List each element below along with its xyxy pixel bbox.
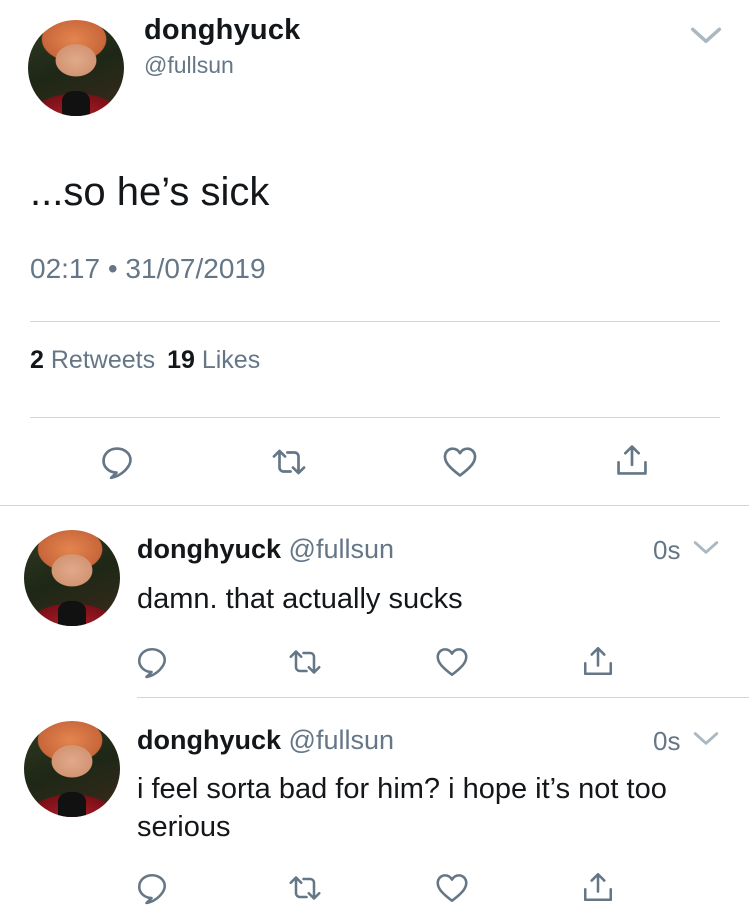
reply-icon[interactable] bbox=[134, 870, 170, 906]
author-name: donghyuck bbox=[137, 725, 282, 755]
tweet-timestamp[interactable]: 02:17 • 31/07/2019 bbox=[30, 253, 266, 285]
avatar[interactable] bbox=[24, 530, 120, 626]
chevron-down-icon[interactable] bbox=[690, 26, 722, 48]
author-handle[interactable]: @fullsun bbox=[144, 52, 234, 79]
author-handle: @fullsun bbox=[288, 534, 394, 564]
likes-link[interactable]: 19 Likes bbox=[167, 346, 260, 374]
retweets-count: 2 bbox=[30, 346, 44, 374]
avatar[interactable] bbox=[24, 721, 120, 817]
reply-author[interactable]: donghyuck @fullsun bbox=[137, 534, 394, 565]
share-icon[interactable] bbox=[580, 868, 616, 906]
share-icon[interactable] bbox=[613, 440, 651, 480]
chevron-down-icon[interactable] bbox=[693, 540, 719, 558]
divider bbox=[30, 321, 720, 322]
share-icon[interactable] bbox=[580, 642, 616, 680]
likes-count: 19 bbox=[167, 346, 195, 374]
retweets-link[interactable]: 2 Retweets bbox=[30, 346, 155, 374]
chevron-down-icon[interactable] bbox=[693, 731, 719, 749]
reply-icon[interactable] bbox=[134, 644, 170, 680]
retweet-icon[interactable] bbox=[287, 870, 323, 906]
reply-time: 0s bbox=[653, 726, 681, 756]
heart-icon[interactable] bbox=[434, 644, 470, 680]
divider bbox=[30, 417, 720, 418]
tweet-text: ...so he’s sick bbox=[30, 170, 270, 214]
retweet-icon[interactable] bbox=[270, 443, 308, 481]
retweet-icon[interactable] bbox=[287, 644, 323, 680]
author-name[interactable]: donghyuck bbox=[144, 14, 300, 48]
reply-author[interactable]: donghyuck @fullsun bbox=[137, 725, 394, 756]
reply-icon[interactable] bbox=[98, 443, 136, 481]
author-name: donghyuck bbox=[137, 534, 282, 564]
tweet-stats: 2 Retweets 19 Likes bbox=[30, 346, 260, 375]
reply-time: 0s bbox=[653, 535, 681, 565]
reply-text: i feel sorta bad for him? i hope it’s no… bbox=[137, 773, 667, 843]
reply-text: damn. that actually sucks bbox=[137, 583, 463, 615]
divider bbox=[0, 505, 749, 506]
avatar[interactable] bbox=[28, 20, 124, 116]
author-handle: @fullsun bbox=[288, 725, 394, 755]
heart-icon[interactable] bbox=[441, 443, 479, 481]
likes-label: Likes bbox=[201, 346, 261, 374]
divider bbox=[137, 697, 749, 698]
retweets-label: Retweets bbox=[50, 346, 156, 374]
heart-icon[interactable] bbox=[434, 870, 470, 906]
